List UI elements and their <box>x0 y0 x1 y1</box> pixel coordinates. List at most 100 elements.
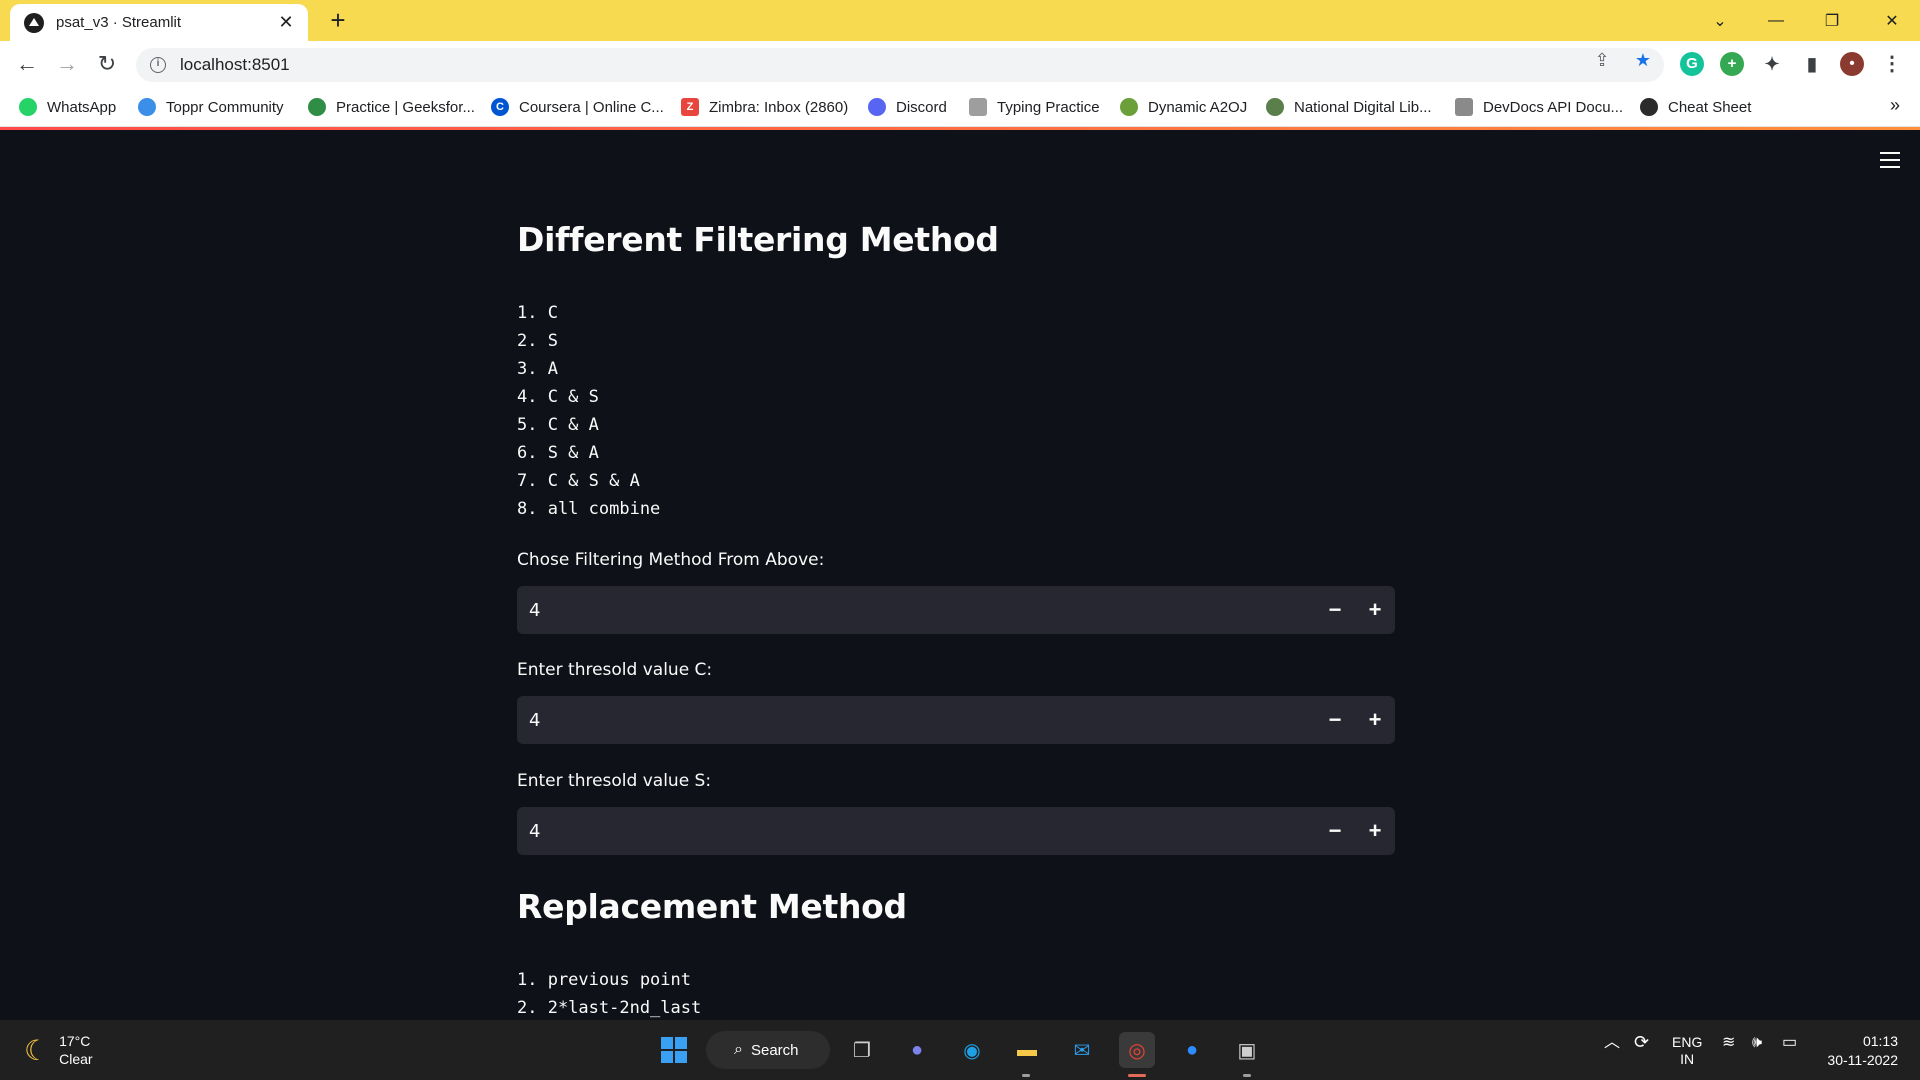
list-item: 5. C & A <box>517 415 599 435</box>
add-extension-icon[interactable]: + <box>1720 52 1744 76</box>
list-item: 1. C <box>517 303 558 323</box>
increment-button[interactable]: + <box>1355 586 1395 634</box>
wifi-icon[interactable]: ≋ <box>1722 1034 1735 1051</box>
bookmark-typing-practice[interactable]: Typing Practice <box>969 95 1100 119</box>
bookmarks-bar: WhatsApp Toppr Community Practice | Geek… <box>0 87 1920 127</box>
discord-icon <box>868 98 886 116</box>
task-view-icon[interactable]: ❐ <box>844 1032 880 1068</box>
decrement-button[interactable]: − <box>1315 586 1355 634</box>
a2oj-icon <box>1120 98 1138 116</box>
moon-icon: ☾ <box>24 1034 50 1066</box>
bookmark-discord[interactable]: Discord <box>868 95 947 119</box>
geeksforgeeks-icon <box>308 98 326 116</box>
filter-method-list: 1. C 2. S 3. A 4. C & S 5. C & A 6. S & … <box>517 299 660 523</box>
ndl-icon <box>1266 98 1284 116</box>
list-item: 7. C & S & A <box>517 471 640 491</box>
extensions-puzzle-icon[interactable]: ✦ <box>1760 52 1784 76</box>
windows-start-icon[interactable] <box>656 1032 692 1068</box>
list-item: 1. previous point <box>517 970 691 990</box>
terminal-icon[interactable]: ▣ <box>1229 1032 1265 1068</box>
decrement-button[interactable]: − <box>1315 807 1355 855</box>
forward-arrow-icon[interactable]: → <box>54 52 80 78</box>
bookmark-geeksforgeeks[interactable]: Practice | Geeksfor... <box>308 95 475 119</box>
grammarly-extension-icon[interactable]: G <box>1680 52 1704 76</box>
zoom-icon[interactable]: ● <box>1174 1032 1210 1068</box>
bookmark-toppr[interactable]: Toppr Community <box>138 95 284 119</box>
back-arrow-icon[interactable]: ← <box>14 52 40 78</box>
bookmark-national-digital-library[interactable]: National Digital Lib... <box>1266 95 1432 119</box>
time: 01:13 <box>1862 1033 1898 1049</box>
taskbar-search-button[interactable]: ⌕ Search <box>706 1031 830 1069</box>
decrement-button[interactable]: − <box>1315 696 1355 744</box>
bookmark-star-icon[interactable]: ★ <box>1632 49 1654 71</box>
side-panel-icon[interactable]: ▮ <box>1800 52 1824 76</box>
list-item: 2. S <box>517 331 558 351</box>
date: 30-11-2022 <box>1827 1052 1898 1068</box>
browser-tab-active[interactable]: psat_v3 · Streamlit ✕ <box>10 4 308 41</box>
threshold-c-label: Enter thresold value C: <box>517 660 713 680</box>
filter-method-number-input: 4 − + <box>517 586 1395 634</box>
reload-icon[interactable]: ↻ <box>94 52 120 78</box>
bookmark-cheat-sheet[interactable]: Cheat Sheet <box>1640 95 1751 119</box>
replacement-method-list: 1. previous point 2. 2*last-2nd_last <box>517 966 701 1020</box>
close-window-button[interactable]: ✕ <box>1864 0 1920 41</box>
browser-toolbar: ← → ↻ i localhost:8501 ⇪ ★ G + ✦ ▮ • ⋮ <box>0 41 1920 87</box>
bookmark-coursera[interactable]: C Coursera | Online C... <box>491 95 664 119</box>
increment-button[interactable]: + <box>1355 696 1395 744</box>
bookmark-zimbra[interactable]: Z Zimbra: Inbox (2860) <box>681 95 848 119</box>
devdocs-icon <box>1455 98 1473 116</box>
mail-icon[interactable]: ✉ <box>1064 1032 1100 1068</box>
running-indicator <box>1243 1074 1251 1077</box>
active-indicator <box>1128 1074 1146 1077</box>
list-item: 8. all combine <box>517 499 661 519</box>
streamlit-favicon-icon <box>24 12 44 33</box>
tab-title: psat_v3 · Streamlit <box>56 14 182 31</box>
new-tab-button[interactable]: + <box>326 7 350 33</box>
volume-icon[interactable]: 🕪 <box>1752 1034 1762 1051</box>
minimize-button[interactable]: — <box>1748 0 1804 41</box>
address-bar[interactable]: i localhost:8501 <box>136 48 1664 82</box>
search-label: Search <box>750 1041 799 1059</box>
bookmarks-overflow-icon[interactable]: » <box>1890 95 1900 116</box>
chrome-icon[interactable]: ◎ <box>1119 1032 1155 1068</box>
filter-method-value[interactable]: 4 <box>517 600 1315 621</box>
list-item: 4. C & S <box>517 387 599 407</box>
streamlit-app: Different Filtering Method 1. C 2. S 3. … <box>0 130 1920 1020</box>
bookmark-dynamic-a2oj[interactable]: Dynamic A2OJ <box>1120 95 1247 119</box>
threshold-s-value[interactable]: 4 <box>517 821 1315 842</box>
filtering-heading: Different Filtering Method <box>517 220 999 259</box>
share-icon[interactable]: ⇪ <box>1591 49 1613 71</box>
threshold-s-number-input: 4 − + <box>517 807 1395 855</box>
tab-close-icon[interactable]: ✕ <box>276 12 296 33</box>
zimbra-icon: Z <box>681 98 699 116</box>
list-item: 3. A <box>517 359 558 379</box>
site-info-icon[interactable]: i <box>150 57 166 73</box>
system-clock[interactable]: 01:13 30-11-2022 <box>1827 1032 1898 1070</box>
edge-browser-icon[interactable]: ◉ <box>954 1032 990 1068</box>
teams-chat-icon[interactable]: ● <box>899 1032 935 1068</box>
bookmark-whatsapp[interactable]: WhatsApp <box>19 95 116 119</box>
restore-button[interactable]: ❐ <box>1804 0 1860 41</box>
running-indicator <box>1022 1074 1030 1077</box>
bookmark-devdocs[interactable]: DevDocs API Docu... <box>1455 95 1623 119</box>
typing-icon <box>969 98 987 116</box>
profile-avatar-icon[interactable]: • <box>1840 52 1864 76</box>
weather-condition: Clear <box>59 1051 93 1067</box>
coursera-icon: C <box>491 98 509 116</box>
language-indicator[interactable]: ENG IN <box>1672 1034 1702 1068</box>
threshold-c-value[interactable]: 4 <box>517 710 1315 731</box>
threshold-s-label: Enter thresold value S: <box>517 771 712 791</box>
cheatsheet-icon <box>1640 98 1658 116</box>
list-item: 2. 2*last-2nd_last <box>517 998 702 1018</box>
chrome-menu-icon[interactable]: ⋮ <box>1880 52 1904 76</box>
battery-icon[interactable]: ▭ <box>1782 1034 1797 1051</box>
threshold-c-number-input: 4 − + <box>517 696 1395 744</box>
tab-search-chevron-down-icon[interactable]: ⌄ <box>1692 0 1748 41</box>
streamlit-menu-icon[interactable] <box>1880 152 1900 168</box>
weather-widget[interactable]: ☾ 17°C Clear <box>24 1032 93 1068</box>
show-hidden-icons-chevron-up-icon[interactable]: ︿ <box>1604 1034 1620 1051</box>
sync-icon[interactable]: ⟳ <box>1634 1033 1649 1051</box>
file-explorer-icon[interactable]: ▬ <box>1009 1032 1045 1068</box>
filter-method-label: Chose Filtering Method From Above: <box>517 550 825 570</box>
increment-button[interactable]: + <box>1355 807 1395 855</box>
